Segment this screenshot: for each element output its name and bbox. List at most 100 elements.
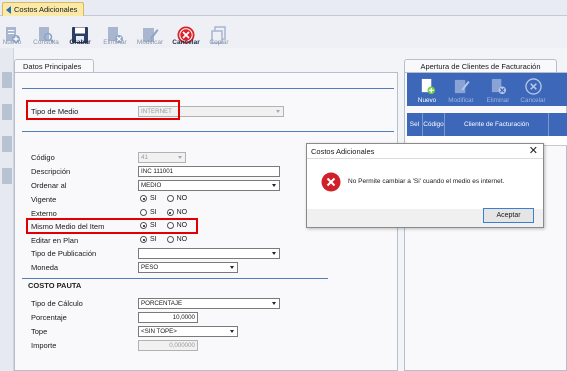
editar-en-plan-radio-group: SI NO [140,236,187,243]
radio-si-label: SI [150,195,157,202]
apertura-modificar-button[interactable]: Modificar [445,73,477,106]
consulta-button[interactable]: Consulta [30,16,62,48]
aceptar-button[interactable]: Aceptar [483,208,534,223]
cancel-icon [524,78,542,95]
eliminar-label: Eliminar [103,39,127,46]
modificar-button[interactable]: Modificar [134,16,166,48]
vigente-no-radio[interactable]: NO [166,195,188,202]
vigente-radio-group: SI NO [140,195,187,202]
tipo-calculo-label: Tipo de Cálculo [31,299,83,308]
radio-no-label: NO [176,209,188,216]
radio-selected-icon [166,209,174,216]
moneda-select[interactable]: PESO [138,262,238,273]
costo-pauta-title: COSTO PAUTA [28,281,82,290]
externo-si-radio[interactable]: SI [140,209,157,216]
column-header-spacer [549,113,567,136]
vigente-label: Vigente [31,195,57,204]
ordenar-al-label: Ordenar al [31,181,67,190]
error-icon [321,172,341,192]
side-tool-icon[interactable] [2,104,12,120]
importe-input[interactable]: 0,000000 [138,340,198,351]
ordenar-al-select[interactable]: MEDIO [138,180,280,191]
window-tab-bar: Costos Adicionales [0,0,567,16]
tipo-calculo-select[interactable]: PORCENTAJE [138,298,280,309]
column-header[interactable]: Sel [407,113,423,136]
porcentaje-label: Porcentaje [31,313,67,322]
window-tab-title: Costos Adicionales [14,5,78,14]
dialog-title: Costos Adicionales [311,147,375,156]
radio-empty-icon [140,209,147,216]
side-tool-icon[interactable] [2,168,12,184]
grabar-label: Grabar [69,39,91,46]
clientes-grid-header: Sel Código Cliente de Facturación [407,113,567,136]
apertura-toolbar: Nuevo Modificar Eliminar Cancelar [407,73,567,106]
radio-no-label: NO [176,195,188,202]
porcentaje-input[interactable]: 10,0000 [138,312,198,323]
copiar-label: Copiar [209,39,229,46]
radio-empty-icon [166,195,174,202]
apertura-nuevo-button[interactable]: Nuevo [414,73,440,106]
radio-si-label: SI [150,209,157,216]
left-side-strip [0,48,14,371]
dialog-body: No Permite cambiar a 'Si' cuando el medi… [307,159,543,209]
section-divider [22,88,394,89]
error-dialog: Costos Adicionales ✕ No Permite cambiar … [306,143,544,228]
radio-selected-icon [140,236,147,243]
main-toolbar: Nuevo Consulta Grabar Eliminar Modificar… [0,16,567,48]
radio-no-label: NO [176,236,188,243]
apertura-eliminar-button[interactable]: Eliminar [483,73,513,106]
column-header[interactable]: Código [423,113,445,136]
grabar-button[interactable]: Grabar [66,16,94,48]
modificar-label: Modificar [136,39,164,46]
apertura-modificar-label: Modificar [448,97,474,104]
tipo-publicacion-label: Tipo de Publicación [31,249,97,258]
close-icon[interactable]: ✕ [529,145,538,157]
dialog-message: No Permite cambiar a 'Si' cuando el medi… [348,178,505,185]
vigente-si-radio[interactable]: SI [140,195,157,202]
editar-en-plan-label: Editar en Plan [31,236,79,245]
eliminar-button[interactable]: Eliminar [100,16,130,48]
dialog-title-bar: Costos Adicionales ✕ [307,144,543,159]
delete-document-icon [491,78,506,95]
apertura-cancelar-button[interactable]: Cancelar [517,73,549,106]
highlight-box-mismo-medio [26,218,198,234]
externo-label: Externo [31,209,57,218]
section-divider [22,131,394,132]
side-tool-icon[interactable] [2,72,12,88]
apertura-nuevo-label: Nuevo [417,97,437,104]
descripcion-label: Descripción [31,167,71,176]
apertura-eliminar-label: Eliminar [486,97,510,104]
window-tab-arrow-icon [6,5,11,14]
column-header[interactable]: Cliente de Facturación [445,113,549,136]
consulta-label: Consulta [33,39,59,46]
externo-radio-group: SI NO [140,209,187,216]
tope-select[interactable]: <SIN TOPE> [138,326,238,337]
radio-selected-icon [140,195,147,202]
importe-label: Importe [31,341,57,350]
tab-datos-principales[interactable]: Datos Principales [14,59,94,73]
moneda-label: Moneda [31,263,59,272]
codigo-label: Código [31,153,55,162]
nuevo-button[interactable]: Nuevo [0,16,24,48]
cancelar-button[interactable]: Cancelar [170,16,202,48]
editar-no-radio[interactable]: NO [166,236,188,243]
externo-no-radio[interactable]: NO [166,209,188,216]
new-document-icon [421,78,435,95]
tope-label: Tope [31,327,48,336]
nuevo-label: Nuevo [2,39,22,46]
cancelar-label: Cancelar [172,39,200,46]
apertura-cancelar-label: Cancelar [520,97,546,104]
section-divider [22,278,328,279]
codigo-select[interactable]: 41 [138,152,186,163]
radio-empty-icon [166,236,174,243]
side-tool-icon[interactable] [2,136,12,152]
editar-si-radio[interactable]: SI [140,236,157,243]
descripcion-input[interactable]: INC 111001 [138,166,280,177]
tipo-publicacion-select[interactable] [138,248,280,259]
window-tab[interactable]: Costos Adicionales [2,2,84,16]
radio-si-label: SI [150,236,157,243]
tab-apertura-clientes[interactable]: Apertura de Clientes de Facturación [404,59,557,73]
edit-document-icon [454,79,470,94]
highlight-box-tipo-medio [26,100,180,120]
copiar-button[interactable]: Copiar [206,16,232,48]
